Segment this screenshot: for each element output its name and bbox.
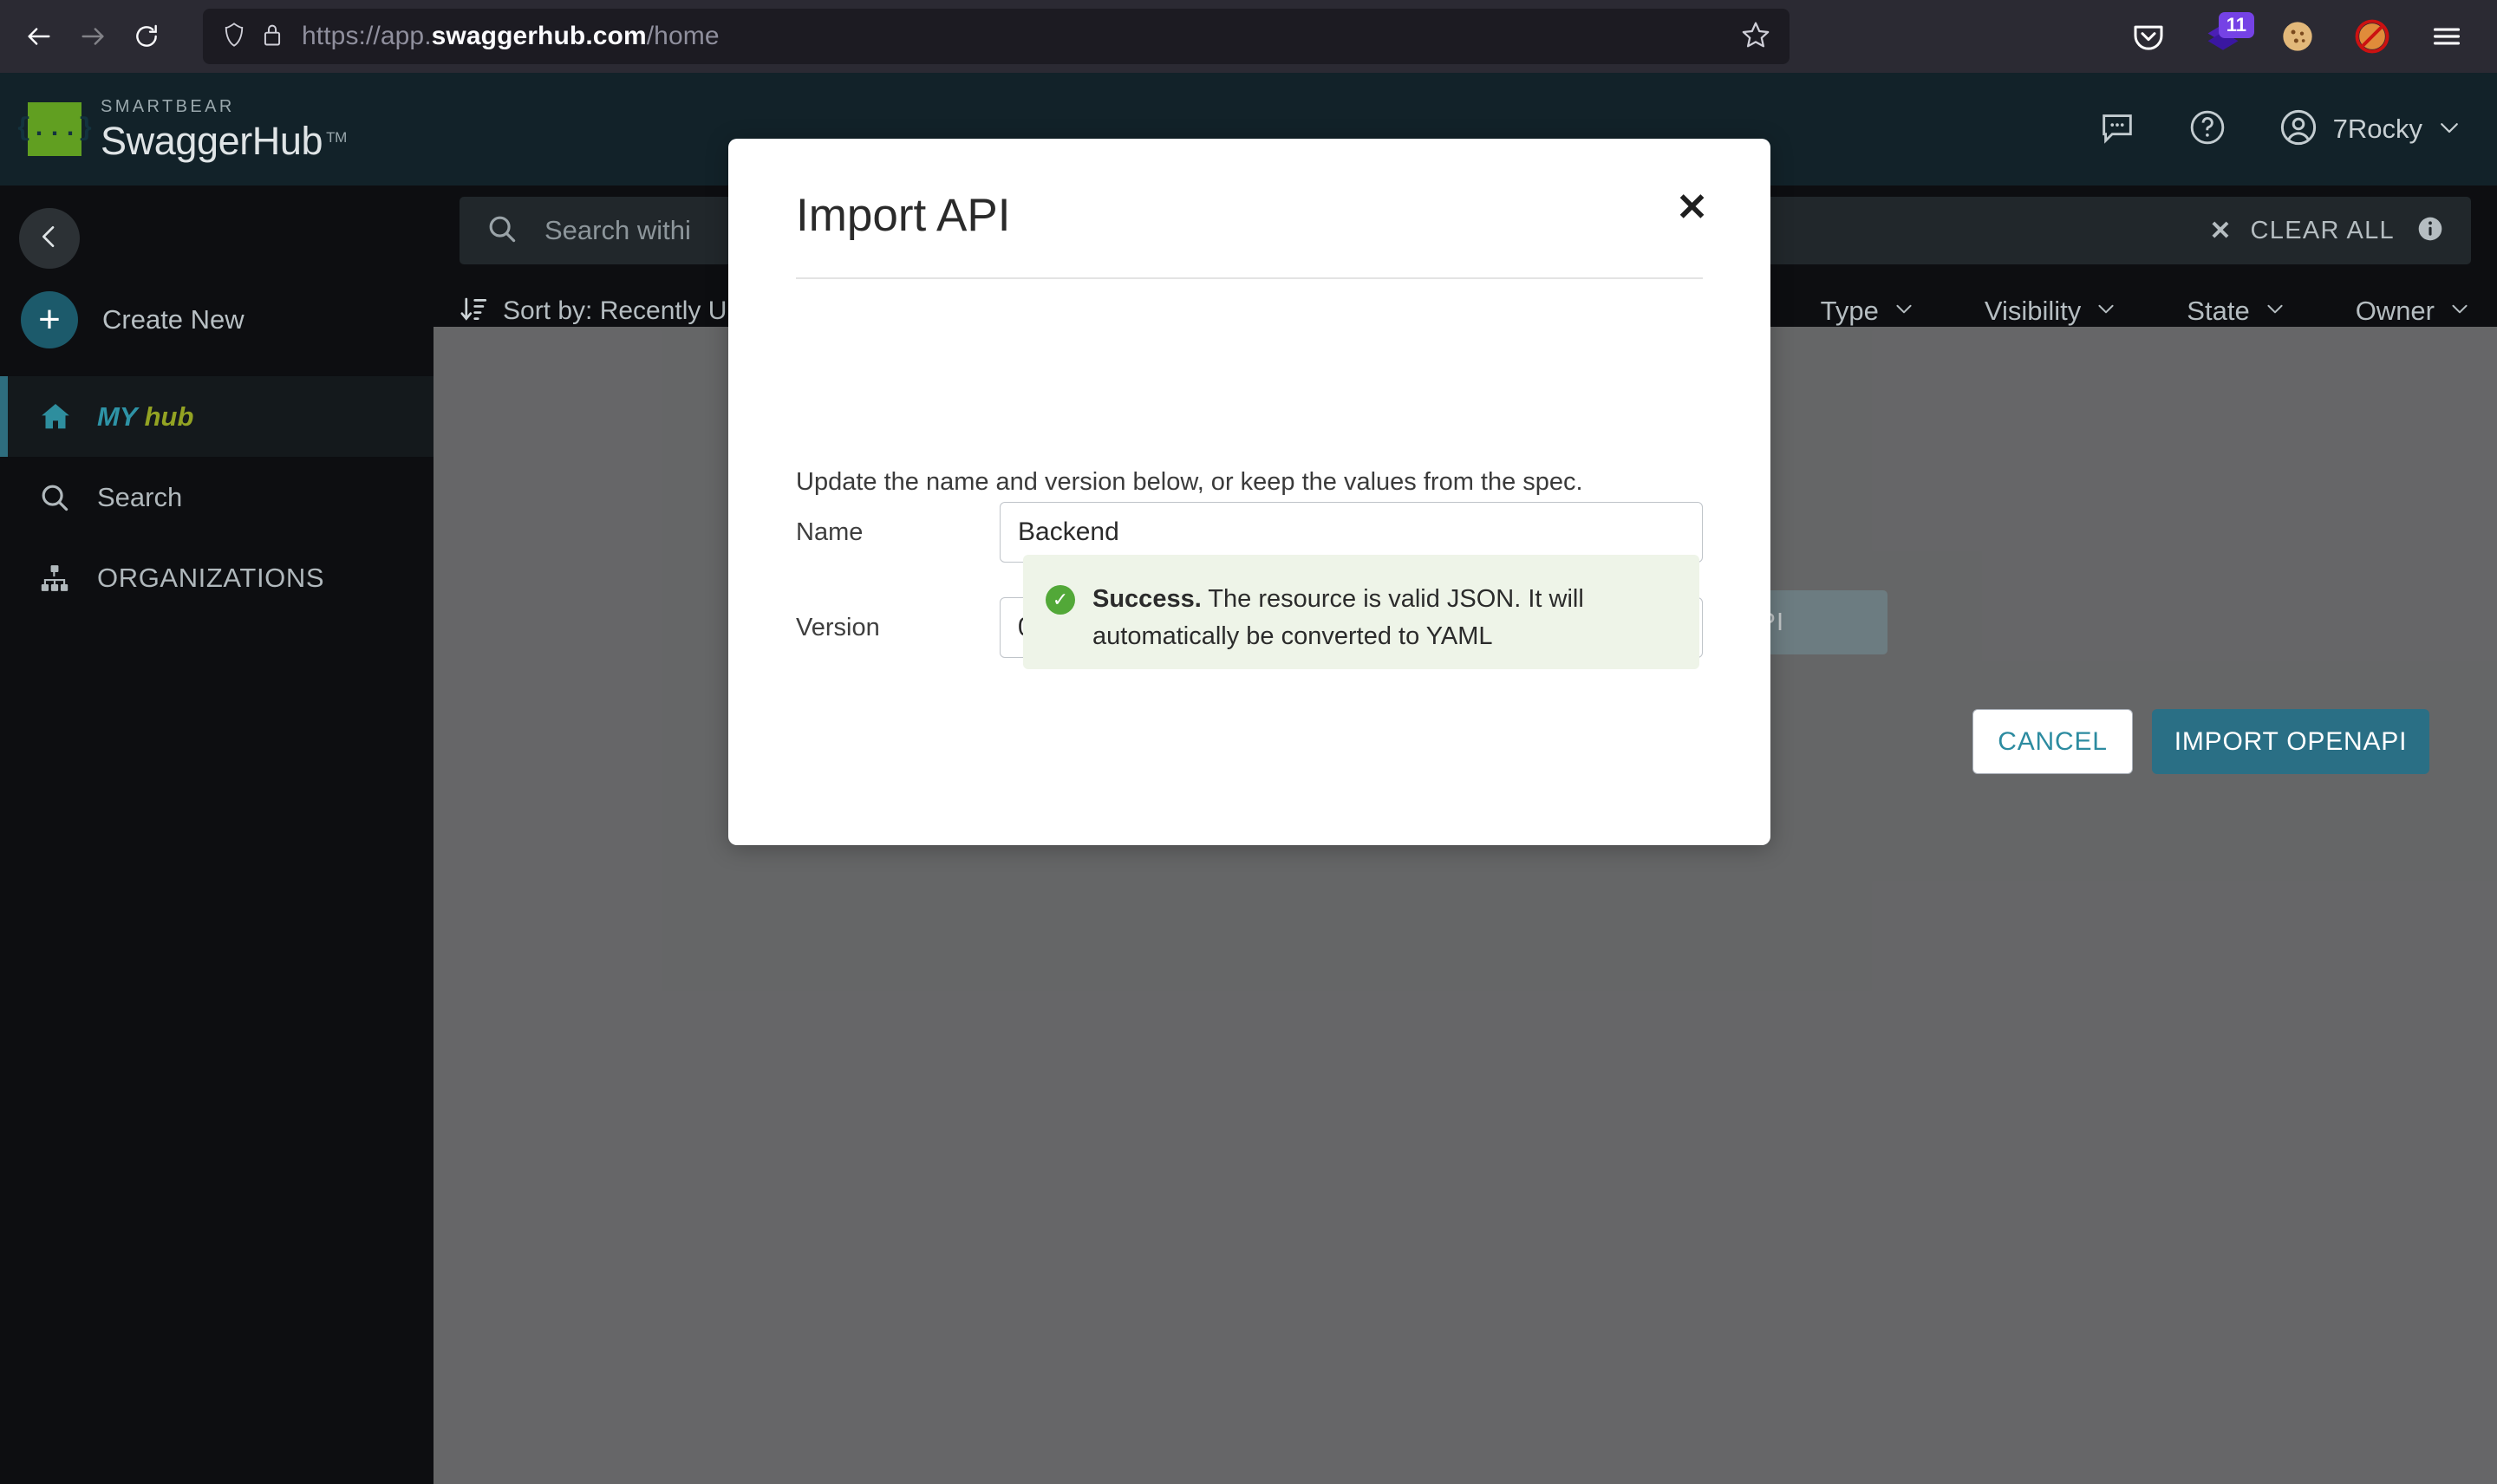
chevron-down-icon — [2095, 296, 2117, 327]
back-button[interactable] — [12, 10, 66, 63]
sidebar-item-organizations[interactable]: ORGANIZATIONS — [0, 537, 434, 618]
chevron-down-icon — [2264, 296, 2286, 327]
extension-badge: 11 — [2218, 12, 2254, 38]
version-label: Version — [796, 613, 880, 641]
sidebar: + Create New MY hub Search ORGANIZATIONS — [0, 186, 434, 1484]
home-icon — [38, 400, 78, 434]
layers-icon[interactable]: 11 — [2202, 12, 2254, 57]
sort-by-control[interactable]: Sort by: Recently U — [460, 295, 727, 329]
brand-swaggerhub: SwaggerHub TM — [101, 119, 347, 163]
chat-bubble-icon[interactable] — [2097, 107, 2137, 152]
success-alert-strong: Success. — [1092, 585, 1202, 613]
lock-icon[interactable] — [262, 22, 283, 52]
reload-button[interactable] — [120, 10, 173, 63]
dialog-divider — [796, 277, 1703, 279]
sidebar-collapse-button[interactable] — [19, 208, 80, 269]
close-icon[interactable]: ✕ — [1676, 189, 1708, 227]
chevron-down-icon — [2448, 296, 2471, 327]
success-alert: ✓ Success. The resource is valid JSON. I… — [1023, 555, 1699, 669]
arrow-right-icon — [78, 22, 108, 51]
org-chart-icon — [38, 562, 78, 595]
trademark-mark: TM — [326, 129, 347, 146]
help-circle-icon[interactable] — [2187, 107, 2227, 152]
name-input[interactable] — [1000, 502, 1703, 563]
filter-type-dropdown[interactable]: Type — [1821, 296, 1915, 327]
browser-toolbar: https://app.swaggerhub.com/home 11 — [0, 0, 2497, 73]
plus-icon: + — [21, 291, 78, 348]
close-x-icon: ✕ — [2209, 216, 2232, 245]
shield-icon[interactable] — [222, 22, 246, 52]
brand-smartbear: SMARTBEAR — [101, 97, 235, 116]
username-label: 7Rocky — [2332, 114, 2422, 144]
sidebar-item-label: MY hub — [97, 400, 194, 432]
name-label: Name — [796, 517, 864, 546]
success-alert-text: Success. The resource is valid JSON. It … — [1092, 581, 1677, 655]
create-new-button[interactable]: + Create New — [21, 288, 244, 352]
user-avatar-icon — [2278, 107, 2319, 153]
clear-all-button[interactable]: ✕ CLEAR ALL — [2209, 216, 2395, 246]
reload-icon — [133, 23, 160, 50]
header-actions: 7Rocky — [2097, 107, 2462, 153]
forward-button[interactable] — [66, 10, 120, 63]
info-circle-icon[interactable] — [2416, 214, 2445, 248]
filter-state-dropdown[interactable]: State — [2187, 296, 2285, 327]
import-api-dialog: Import API ✕ Update the name and version… — [728, 139, 1770, 845]
filter-label: Owner — [2355, 296, 2435, 326]
filter-label: Visibility — [1984, 296, 2082, 326]
name-field-row: Name — [796, 502, 1703, 563]
extensions-tray: 11 — [1790, 12, 2497, 57]
sort-by-label: Sort by: Recently U — [503, 296, 727, 325]
filter-dropdown-group: Type Visibility State Owner — [1821, 296, 2471, 327]
search-icon — [38, 481, 78, 514]
address-bar[interactable]: https://app.swaggerhub.com/home — [203, 9, 1790, 64]
sidebar-item-my-hub[interactable]: MY hub — [0, 376, 434, 457]
block-fox-icon[interactable] — [2351, 16, 2393, 57]
create-new-label: Create New — [102, 304, 244, 335]
brand-text: SMARTBEAR SwaggerHub TM — [101, 98, 347, 160]
check-circle-icon: ✓ — [1046, 585, 1075, 615]
import-openapi-button[interactable]: IMPORT OPENAPI — [2152, 709, 2429, 774]
arrow-left-icon — [24, 22, 54, 51]
cookie-icon[interactable] — [2277, 16, 2318, 57]
url-text: https://app.swaggerhub.com/home — [302, 22, 720, 50]
chevron-down-icon — [1893, 296, 1915, 327]
hamburger-menu-icon[interactable] — [2426, 16, 2468, 57]
filter-label: Type — [1820, 296, 1879, 326]
cancel-button[interactable]: CANCEL — [1972, 709, 2133, 774]
filter-owner-dropdown[interactable]: Owner — [2356, 296, 2471, 327]
star-icon[interactable] — [1741, 20, 1770, 54]
filter-label: State — [2187, 296, 2250, 326]
sort-descending-icon — [460, 295, 489, 329]
chevron-down-icon — [2436, 114, 2462, 145]
sidebar-item-search[interactable]: Search — [0, 457, 434, 537]
clear-all-label: CLEAR ALL — [2250, 216, 2395, 244]
user-menu[interactable]: 7Rocky — [2278, 107, 2462, 153]
swaggerhub-logo[interactable]: {...} SMARTBEAR SwaggerHub TM — [16, 98, 347, 160]
sidebar-item-label: Search — [97, 481, 183, 512]
pocket-icon[interactable] — [2128, 16, 2169, 57]
dialog-actions: CANCEL IMPORT OPENAPI — [1972, 709, 2429, 774]
chevron-left-icon — [36, 223, 63, 255]
filter-visibility-dropdown[interactable]: Visibility — [1985, 296, 2117, 327]
swaggerhub-mark-icon: {...} — [16, 102, 94, 156]
dialog-title: Import API — [796, 190, 1011, 241]
dialog-description: Update the name and version below, or ke… — [796, 468, 1583, 496]
search-input[interactable]: Search withi — [544, 215, 691, 246]
search-icon — [486, 212, 518, 250]
sidebar-item-label: ORGANIZATIONS — [97, 562, 325, 593]
